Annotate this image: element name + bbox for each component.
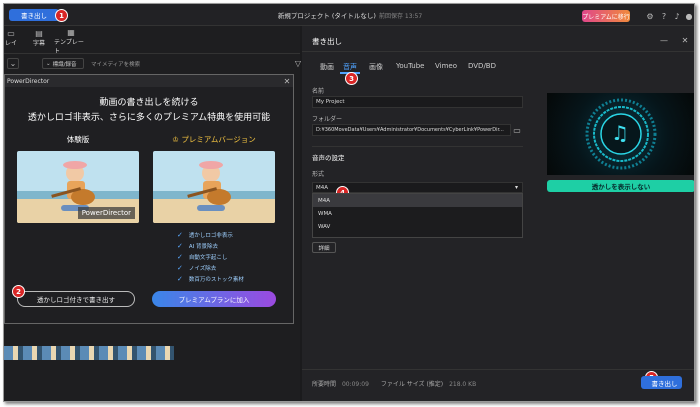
chevron-down-icon[interactable]: ⌄ — [7, 58, 19, 69]
format-option-m4a[interactable]: M4A — [313, 194, 522, 207]
overlay-icon: ▭ — [7, 28, 15, 38]
audio-preview: ♫ — [547, 93, 694, 175]
tab-youtube[interactable]: YouTube — [396, 62, 424, 70]
format-selected-value: M4A — [316, 184, 329, 191]
feature-label: 自動文字起こし — [188, 255, 228, 261]
toolbar-item-subtitle-label: 字幕 — [32, 40, 45, 47]
divider — [4, 53, 300, 54]
music-note-icon: ♫ — [611, 121, 629, 145]
feature-item: ✓ 自動文字起こし — [177, 253, 227, 261]
feature-label: 数百万のストック素材 — [188, 277, 244, 283]
duration-info: 所要時間 00:09:09 ファイル サイズ (推定) 218.0 KB — [312, 379, 476, 388]
app-window: 新規プロジェクト (タイトルなし) 前回保存 13:57 書き出し 1 プレミア… — [3, 3, 695, 402]
chevron-down-icon: ▾ — [514, 184, 518, 191]
feature-label: 透かしロゴ非表示 — [188, 233, 233, 239]
close-icon[interactable]: ✕ — [282, 76, 292, 86]
format-option-wma[interactable]: WMA — [313, 207, 522, 220]
close-icon[interactable]: ✕ — [680, 35, 690, 45]
step-badge-2: 2 — [12, 285, 25, 298]
dialog-app-name: PowerDirector — [7, 77, 50, 85]
dialog-title-bar: PowerDirector — [5, 75, 293, 87]
duration-value: 00:09:09 — [341, 381, 369, 388]
check-icon: ✓ — [177, 275, 183, 283]
export-with-watermark-button[interactable]: 透かしロゴ付きで書き出す — [17, 291, 135, 307]
duration-label: 所要時間 — [312, 381, 337, 388]
feature-item: ✓ AI 背景除去 — [177, 242, 218, 250]
export-panel-title: 書き出し — [312, 37, 342, 46]
filter-dropdown[interactable]: ⌄ 標識/録音 — [42, 58, 84, 69]
tab-video[interactable]: 動画 — [320, 62, 334, 72]
dialog-subheading: 透かしロゴ非表示、さらに多くのプレミアム特典を使用可能 — [27, 113, 271, 123]
bell-icon[interactable]: ♪ — [672, 11, 682, 21]
check-icon: ✓ — [177, 242, 183, 250]
audio-settings-heading: 音声の設定 — [312, 154, 345, 162]
details-button[interactable]: 詳細 — [312, 242, 336, 253]
template-icon: ▦ — [67, 28, 75, 37]
chevron-down-icon: ⌄ — [46, 60, 51, 67]
trial-column-title: 体験版 — [66, 135, 90, 144]
join-premium-button[interactable]: プレミアムプランに加入 — [152, 291, 276, 307]
export-button-label: 書き出し — [651, 379, 678, 388]
format-label: 形式 — [312, 171, 325, 178]
name-label: 名前 — [312, 88, 325, 95]
divider — [302, 369, 694, 370]
subtitle-icon: ▤ — [35, 28, 43, 38]
media-search-input[interactable]: マイメディアを検索 — [88, 58, 288, 69]
child-guitar-illustration-clean — [153, 151, 275, 223]
watermark-overlay: PowerDirector — [77, 207, 135, 219]
premium-preview-image — [153, 151, 275, 223]
premium-column-title-text: プレミアムバージョン — [181, 135, 256, 144]
folder-label: フォルダー — [312, 116, 343, 123]
tab-audio[interactable]: 音声 — [343, 62, 357, 72]
folder-path-field[interactable]: D:¥360MoveData¥Users¥Administrator¥Docum… — [312, 124, 511, 136]
step-badge-3: 3 — [345, 72, 358, 85]
name-field[interactable]: My Project — [312, 96, 523, 108]
filter-dropdown-label: 標識/録音 — [52, 61, 77, 68]
trial-preview-image: PowerDirector — [17, 151, 139, 223]
toolbar-item-overlay-label: レイ — [4, 40, 17, 47]
toolbar-item-overlay[interactable]: ▭ レイ — [4, 28, 18, 48]
filesize-value: 218.0 KB — [449, 381, 477, 388]
export-button-top[interactable]: 書き出し — [9, 9, 59, 21]
tab-image[interactable]: 画像 — [369, 62, 383, 72]
premium-upgrade-button[interactable]: プレミアムに移行 — [582, 10, 630, 22]
export-button[interactable]: 書き出し — [641, 376, 682, 389]
format-dropdown-list: M4A WMA WAV — [312, 193, 523, 238]
feature-label: ノイズ除去 — [188, 266, 217, 272]
gear-icon[interactable]: ⚙ — [645, 11, 655, 21]
hide-watermark-button[interactable]: 透かしを表示しない — [547, 180, 694, 192]
feature-label: AI 背景除去 — [188, 244, 219, 250]
user-icon[interactable]: ● — [684, 11, 694, 21]
project-title-text: 新規プロジェクト (タイトルなし) — [277, 12, 376, 20]
tab-dvd-bd[interactable]: DVD/BD — [468, 62, 496, 70]
divider — [302, 51, 694, 52]
toolbar-item-subtitle[interactable]: ▤ 字幕 — [28, 28, 50, 48]
toolbar-item-template[interactable]: ▦ テンプレート — [54, 28, 88, 55]
feature-item: ✓ 透かしロゴ非表示 — [177, 231, 233, 239]
check-icon: ✓ — [177, 231, 183, 239]
upgrade-dialog: PowerDirector ✕ 動画の書き出しを続ける 透かしロゴ非表示、さらに… — [4, 74, 294, 324]
filesize-label: ファイル サイズ (推定) — [380, 381, 444, 388]
premium-column-title: ♔ プレミアムバージョン — [152, 134, 276, 145]
feature-item: ✓ 数百万のストック素材 — [177, 275, 244, 283]
check-icon: ✓ — [177, 264, 183, 272]
export-panel: 書き出し — ✕ 動画 音声 3 画像 YouTube Vimeo DVD/BD… — [302, 26, 694, 401]
minimize-icon[interactable]: — — [659, 35, 669, 45]
timeline-clip[interactable] — [4, 346, 174, 360]
feature-item: ✓ ノイズ除去 — [177, 264, 216, 272]
dialog-heading: 動画の書き出しを続ける — [99, 98, 199, 108]
help-icon[interactable]: ? — [659, 11, 669, 21]
check-icon: ✓ — [177, 253, 183, 261]
tab-vimeo[interactable]: Vimeo — [435, 62, 457, 70]
step-badge-1: 1 — [55, 9, 68, 22]
divider — [312, 146, 523, 147]
format-option-wav[interactable]: WAV — [313, 220, 522, 233]
folder-icon[interactable]: ▭ — [512, 125, 522, 135]
saved-time: 前回保存 13:57 — [378, 12, 423, 20]
